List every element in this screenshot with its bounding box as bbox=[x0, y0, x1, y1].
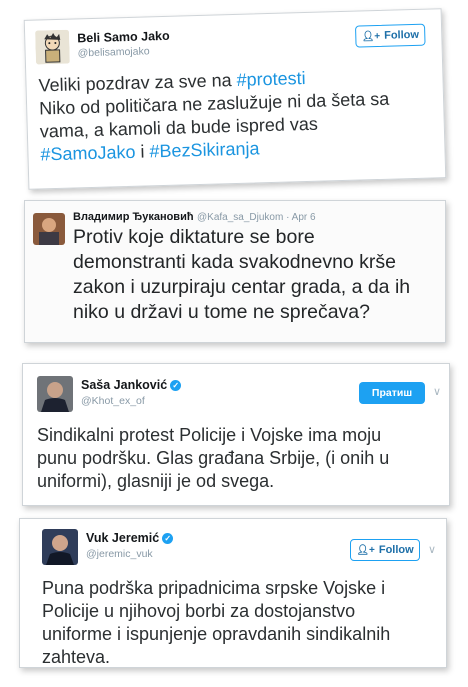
tweet-text-segment: zahteva. bbox=[42, 647, 111, 667]
tweet-text-segment: punu podršku. Glas građana Srbije, (i on… bbox=[37, 448, 390, 468]
user-handle[interactable]: @Kafa_sa_Djukom bbox=[197, 212, 283, 223]
follow-label: Follow bbox=[383, 28, 420, 42]
tweet-text: Protiv koje diktature se bore demonstrant… bbox=[73, 225, 410, 325]
user-handle[interactable]: @Khot_ex_of bbox=[81, 395, 145, 407]
tweet-line: uniforme i ispunjenje opravdanih sindika… bbox=[42, 623, 390, 646]
tweet-text-segment: Sindikalni protest Policije i Vojske ima… bbox=[37, 425, 382, 445]
tweet-line: punu podršku. Glas građana Srbije, (i on… bbox=[37, 447, 389, 470]
tweet-text-segment: uniformi), glasniji je od svega. bbox=[37, 471, 275, 491]
chevron-down-icon[interactable]: ∨ bbox=[428, 543, 436, 556]
tweet-text: Sindikalni protest Policije i Vojske ima… bbox=[37, 424, 389, 493]
verified-badge-icon: ✓ bbox=[170, 380, 182, 391]
tweet-line: uniformi), glasniji je od svega. bbox=[37, 470, 389, 493]
tweet-line: Puna podrška pripadnicima srpske Vojske … bbox=[42, 577, 390, 600]
following-button[interactable]: Пратиш bbox=[359, 382, 425, 404]
tweet-card: Beli Samo Jako @belisamojako 👤︎+ Follow … bbox=[23, 8, 447, 190]
tweet-card: Saša Janković ✓ @Khot_ex_of Пратиш ∨ Sind… bbox=[22, 363, 450, 506]
tweet-card: Владимир Ђукановић @Kafa_sa_Djukom · Apr… bbox=[24, 200, 446, 343]
tweet-text-segment: Policije u njihovoj borbi za dostojanstv… bbox=[42, 601, 356, 621]
tweet-line: Protiv koje diktature se bore bbox=[73, 225, 410, 250]
chevron-down-icon[interactable]: ∨ bbox=[433, 385, 441, 398]
tweet-text: Puna podrška pripadnicima srpske Vojske … bbox=[42, 577, 390, 669]
tweet-date[interactable]: Apr 6 bbox=[292, 212, 316, 223]
tweet-line: Sindikalni protest Policije i Vojske ima… bbox=[37, 424, 389, 447]
avatar[interactable] bbox=[35, 29, 70, 65]
display-name-text: Vuk Jeremić bbox=[86, 531, 160, 545]
tweet-text-segment: Protiv koje diktature se bore bbox=[73, 226, 315, 248]
tweet-line: zakon i uzurpiraju centar grada, a da ih bbox=[73, 275, 410, 300]
tweet-text-segment: Veliki pozdrav za sve na bbox=[38, 69, 237, 96]
follow-person-icon: 👤︎+ bbox=[356, 544, 375, 556]
hashtag-link[interactable]: #SamoJako bbox=[40, 142, 136, 165]
avatar[interactable] bbox=[37, 376, 73, 412]
tweet-text-segment: Puna podrška pripadnicima srpske Vojske … bbox=[42, 578, 386, 598]
hashtag-link[interactable]: #BezSikiranja bbox=[149, 138, 260, 161]
follow-label: Follow bbox=[378, 544, 414, 556]
verified-badge-icon: ✓ bbox=[162, 533, 174, 544]
tweet-line: zahteva. bbox=[42, 646, 390, 669]
follow-button[interactable]: 👤︎+ Follow bbox=[350, 539, 420, 561]
follow-person-icon: 👤︎+ bbox=[361, 30, 381, 42]
display-name-text: Saša Janković bbox=[81, 378, 168, 392]
tweet-text-segment: i bbox=[135, 141, 150, 162]
user-handle[interactable]: @jeremic_vuk bbox=[86, 548, 153, 560]
tweet-text: Veliki pozdrav za sve na #protesti Niko o… bbox=[38, 65, 391, 167]
display-name[interactable]: Владимир Ђукановић bbox=[73, 211, 194, 223]
tweet-line: demonstranti kada svakodnevno krše bbox=[73, 250, 410, 275]
display-name[interactable]: Beli Samo Jako bbox=[77, 29, 170, 46]
avatar[interactable] bbox=[42, 529, 78, 565]
follow-button[interactable]: 👤︎+ Follow bbox=[354, 23, 426, 48]
display-name[interactable]: Vuk Jeremić ✓ bbox=[86, 531, 174, 545]
tweet-text-segment: uniforme i ispunjenje opravdanih sindika… bbox=[42, 624, 391, 644]
tweet-text-segment: zakon i uzurpiraju centar grada, a da ih bbox=[73, 276, 411, 298]
tweet-meta: @Kafa_sa_Djukom · Apr 6 bbox=[197, 212, 316, 223]
avatar[interactable] bbox=[33, 213, 65, 245]
user-handle[interactable]: @belisamojako bbox=[77, 45, 149, 59]
hashtag-link[interactable]: #protesti bbox=[236, 68, 306, 90]
tweet-text-segment: niko u državi u tome ne sprečava? bbox=[73, 301, 370, 323]
tweet-card: Vuk Jeremić ✓ @jeremic_vuk 👤︎+ Follow ∨ P… bbox=[19, 518, 447, 668]
tweet-text-segment: demonstranti kada svakodnevno krše bbox=[73, 251, 397, 273]
display-name[interactable]: Saša Janković ✓ bbox=[81, 378, 182, 392]
tweet-line: Policije u njihovoj borbi za dostojanstv… bbox=[42, 600, 390, 623]
tweet-line: niko u državi u tome ne sprečava? bbox=[73, 300, 410, 325]
